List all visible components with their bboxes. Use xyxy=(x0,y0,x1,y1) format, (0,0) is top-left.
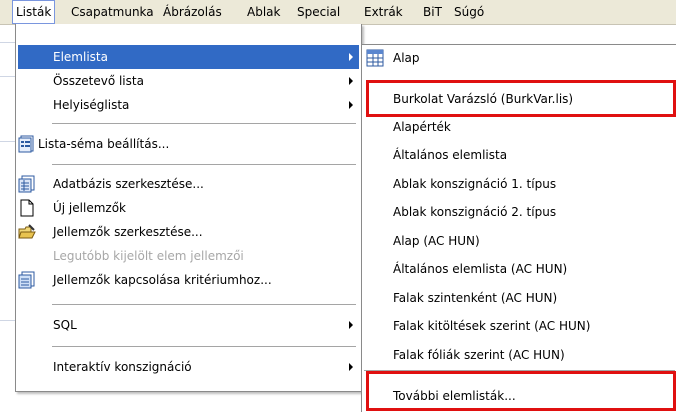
menu-item-helyiseglista[interactable]: Helyiséglista xyxy=(16,93,359,117)
submenu-item-alap[interactable]: Alap xyxy=(362,46,675,70)
menu-item-label: Alap xyxy=(393,51,420,65)
menu-item-label: Jellemzők szerkesztése... xyxy=(53,225,203,239)
menubar: Listák Csapatmunka Ábrázolás Ablak Speci… xyxy=(0,0,676,25)
background-divider xyxy=(0,42,15,43)
menu-item-label: Jellemzők kapcsolása kritériumhoz... xyxy=(53,273,272,287)
menu-separator xyxy=(52,123,356,124)
menu-item-label: Általános elemlista xyxy=(393,148,508,162)
menu-special[interactable]: Special xyxy=(294,0,343,24)
submenu-arrow-icon xyxy=(349,363,353,371)
highlight-burkolat-varazslo xyxy=(366,80,676,117)
submenu-item-ablak-konszignacio-2[interactable]: Ablak konszignáció 2. típus xyxy=(362,200,675,224)
new-document-icon xyxy=(18,199,36,217)
menu-separator xyxy=(52,304,356,305)
menu-item-label: Összetevő lista xyxy=(53,74,144,88)
menu-abrazolas[interactable]: Ábrázolás xyxy=(160,0,225,24)
submenu-arrow-icon xyxy=(349,101,353,109)
table-icon xyxy=(366,49,384,67)
menu-ablak[interactable]: Ablak xyxy=(244,0,283,24)
highlight-tovabbi-elemlistak xyxy=(366,371,676,411)
submenu-item-alapertek[interactable]: Alapérték xyxy=(362,115,675,139)
menu-item-label: Helyiséglista xyxy=(53,98,130,112)
submenu-item-alap-ac-hun[interactable]: Alap (AC HUN) xyxy=(362,229,675,253)
menu-item-osszetevo-lista[interactable]: Összetevő lista xyxy=(16,69,359,93)
menu-item-label: Adatbázis szerkesztése... xyxy=(53,177,204,191)
menu-item-jellemzok-szerkesztese[interactable]: Jellemzők szerkesztése... xyxy=(16,220,359,244)
submenu-item-falak-kitoltesek[interactable]: Falak kitöltések szerint (AC HUN) xyxy=(362,314,675,338)
menu-item-label: Falak szintenként (AC HUN) xyxy=(393,291,558,305)
menu-item-label: Általános elemlista (AC HUN) xyxy=(393,262,568,276)
background-divider xyxy=(0,320,15,321)
submenu-arrow-icon xyxy=(349,321,353,329)
link-criteria-icon xyxy=(18,271,36,289)
menu-item-label: Alap (AC HUN) xyxy=(393,234,480,248)
menu-item-lista-sema[interactable]: Lista-séma beállítás... xyxy=(16,132,359,156)
menu-item-label: Alapérték xyxy=(393,120,451,134)
menu-bit[interactable]: BiT xyxy=(420,0,445,24)
menu-item-label: Ablak konszignáció 1. típus xyxy=(393,177,557,191)
menu-item-sql[interactable]: SQL xyxy=(16,313,359,337)
submenu-arrow-icon xyxy=(349,53,353,61)
menu-csapatmunka[interactable]: Csapatmunka xyxy=(68,0,157,24)
submenu-item-altalanos-elemlista-ac-hun[interactable]: Általános elemlista (AC HUN) xyxy=(362,257,675,281)
menu-item-label: Lista-séma beállítás... xyxy=(38,137,170,151)
menu-item-label: Falak fóliák szerint (AC HUN) xyxy=(393,348,565,362)
folder-edit-icon xyxy=(18,223,36,241)
menu-item-uj-jellemzok[interactable]: Új jellemzők xyxy=(16,196,359,220)
menu-item-label: Legutóbb kijelölt elem jellemzői xyxy=(53,249,244,263)
list-scheme-icon xyxy=(18,135,36,153)
menu-item-legutobb-kijelolt: Legutóbb kijelölt elem jellemzői xyxy=(16,244,359,268)
menu-item-jellemzok-kapcsolasa[interactable]: Jellemzők kapcsolása kritériumhoz... xyxy=(16,268,359,292)
menu-item-label: Falak kitöltések szerint (AC HUN) xyxy=(393,319,591,333)
listak-dropdown-menu: Elemlista Összetevő lista Helyiséglista … xyxy=(15,24,362,392)
submenu-item-altalanos-elemlista[interactable]: Általános elemlista xyxy=(362,143,675,167)
background-divider xyxy=(0,141,15,142)
submenu-item-falak-foliak[interactable]: Falak fóliák szerint (AC HUN) xyxy=(362,343,675,367)
menu-item-elemlista[interactable]: Elemlista xyxy=(18,45,359,69)
submenu-item-falak-szintenkent[interactable]: Falak szintenként (AC HUN) xyxy=(362,286,675,310)
menu-sugo[interactable]: Súgó xyxy=(451,0,487,24)
menu-item-label: SQL xyxy=(53,318,77,332)
background-divider xyxy=(0,76,15,77)
menu-listak[interactable]: Listák xyxy=(12,0,56,24)
menu-item-interaktiv-konszignacio[interactable]: Interaktív konszignáció xyxy=(16,355,359,379)
menu-item-label: Új jellemzők xyxy=(53,201,126,215)
menu-item-label: Elemlista xyxy=(53,50,108,64)
submenu-arrow-icon xyxy=(349,77,353,85)
menu-separator xyxy=(52,346,356,347)
menu-item-label: Ablak konszignáció 2. típus xyxy=(393,205,557,219)
menu-extrak[interactable]: Extrák xyxy=(361,0,406,24)
submenu-item-ablak-konszignacio-1[interactable]: Ablak konszignáció 1. típus xyxy=(362,172,675,196)
menu-separator xyxy=(52,164,356,165)
menu-item-adatbazis[interactable]: Adatbázis szerkesztése... xyxy=(16,172,359,196)
menu-item-label: Interaktív konszignáció xyxy=(53,360,192,374)
database-edit-icon xyxy=(18,175,36,193)
